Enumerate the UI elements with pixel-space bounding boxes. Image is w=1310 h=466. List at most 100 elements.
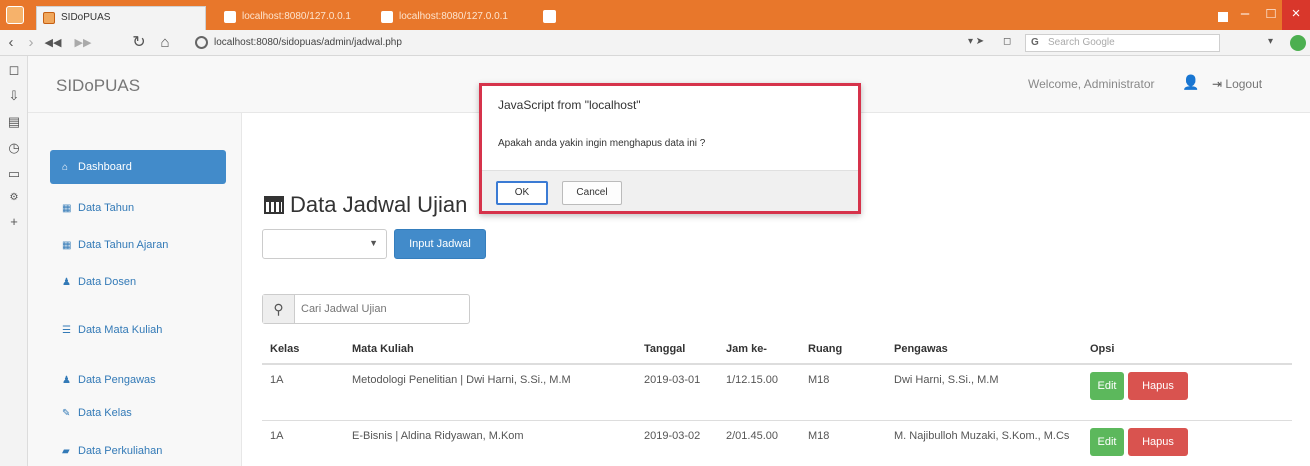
home-icon: ⌂ xyxy=(62,162,69,173)
user-icon: 👤 xyxy=(1182,74,1200,90)
history-icon[interactable]: ◷ xyxy=(5,140,23,156)
ok-button[interactable]: OK xyxy=(496,181,548,205)
downloads-icon[interactable]: ⇩ xyxy=(5,88,23,104)
browser-logo-icon[interactable] xyxy=(6,6,24,24)
cell-tanggal: 2019-03-02 xyxy=(636,419,718,466)
minimize-icon[interactable]: – xyxy=(1230,0,1260,30)
grid-icon: ▦ xyxy=(62,240,72,251)
bookmarks-panel-icon[interactable]: ◻ xyxy=(5,62,23,78)
cell-opsi: Edit Hapus xyxy=(1082,363,1292,420)
list-icon: ☰ xyxy=(62,325,71,336)
site-info-icon[interactable] xyxy=(195,36,208,49)
input-jadwal-button[interactable]: Input Jadwal xyxy=(394,229,486,259)
search-input[interactable] xyxy=(301,303,461,315)
tab-localhost-1[interactable]: localhost:8080/127.0.0.1 xyxy=(218,6,368,30)
book-icon: ▰ xyxy=(62,446,70,457)
extension-icon[interactable] xyxy=(1290,35,1306,51)
notes-icon[interactable]: ▤ xyxy=(5,114,23,130)
browser-title-bar: SIDoPUAS localhost:8080/127.0.0.1 localh… xyxy=(0,0,1310,30)
close-icon[interactable]: × xyxy=(1282,0,1310,30)
settings-icon[interactable]: ⚙ xyxy=(5,192,23,203)
edit-button[interactable]: Edit xyxy=(1090,372,1124,400)
header-jam: Jam ke- xyxy=(718,334,800,365)
tab-sidopuas[interactable]: SIDoPUAS xyxy=(36,6,206,30)
search-icon: ⚲ xyxy=(263,295,295,323)
back-icon[interactable]: ‹ xyxy=(2,33,20,53)
favicon-icon xyxy=(381,11,393,23)
rewind-icon[interactable]: ◀◀ xyxy=(44,33,62,53)
sidebar-item-data-mata-kuliah[interactable]: ☰ Data Mata Kuliah xyxy=(50,315,226,345)
address-bar[interactable]: localhost:8080/sidopuas/admin/jadwal.php xyxy=(214,37,402,48)
browser-search-input[interactable]: G Search Google xyxy=(1025,34,1220,52)
add-panel-icon[interactable]: + xyxy=(5,214,23,229)
cell-jam: 2/01.45.00 xyxy=(718,419,800,466)
bookmark-icon[interactable]: ◻ xyxy=(1003,36,1011,47)
sidebar-item-label: Data Kelas xyxy=(78,407,132,419)
sidebar-item-label: Data Dosen xyxy=(78,276,137,288)
tab-menu-icon[interactable] xyxy=(1218,12,1228,22)
sidebar-item-data-pengawas[interactable]: ♟ Data Pengawas xyxy=(50,365,226,395)
edit-button[interactable]: Edit xyxy=(1090,427,1124,456)
cell-ruang: M18 xyxy=(800,363,886,420)
user-icon: ♟ xyxy=(62,277,71,288)
chevron-down-icon: ▼ xyxy=(369,238,378,248)
wrench-icon: ✎ xyxy=(62,408,71,419)
browser-nav-bar: ‹ › ◀◀ ▶▶ ↻ ⌂ localhost:8080/sidopuas/ad… xyxy=(0,30,1310,56)
forward-icon[interactable]: › xyxy=(22,33,40,53)
sidebar-item-label: Data Tahun xyxy=(78,202,135,214)
header-mata-kuliah: Mata Kuliah xyxy=(344,334,636,365)
cell-opsi: Edit Hapus xyxy=(1082,419,1292,466)
sidebar-item-data-dosen[interactable]: ♟ Data Dosen xyxy=(50,267,226,297)
sidebar-item-data-tahun[interactable]: ▦ Data Tahun xyxy=(50,193,226,223)
header-tanggal: Tanggal xyxy=(636,334,718,365)
page-actions-icon[interactable]: ▾ ➤ xyxy=(968,36,984,47)
header-kelas: Kelas xyxy=(262,334,344,365)
header-opsi: Opsi xyxy=(1082,334,1292,365)
sidebar-item-label: Data Mata Kuliah xyxy=(78,324,163,336)
sidebar-item-data-perkuliahan[interactable]: ▰ Data Perkuliahan xyxy=(50,436,226,466)
cell-mata-kuliah: E-Bisnis | Aldina Ridyawan, M.Kom xyxy=(344,419,636,466)
sidebar-item-label: Data Perkuliahan xyxy=(78,445,163,457)
search-dropdown-icon[interactable]: ▾ xyxy=(1268,36,1273,47)
kelas-select[interactable]: ▼ xyxy=(262,229,387,259)
reload-icon[interactable]: ↻ xyxy=(130,33,148,53)
jadwal-table: Kelas Mata Kuliah Tanggal Jam ke- Ruang … xyxy=(262,334,1292,466)
table-header-row: Kelas Mata Kuliah Tanggal Jam ke- Ruang … xyxy=(262,334,1292,365)
logout-link[interactable]: ⇥ Logout xyxy=(1212,77,1262,91)
app-sidebar: ⌂ Dashboard ▦ Data Tahun ▦ Data Tahun Ajara… xyxy=(28,113,242,466)
fast-forward-icon[interactable]: ▶▶ xyxy=(74,33,92,53)
app-brand[interactable]: SIDoPUAS xyxy=(56,76,140,96)
page-title-text: Data Jadwal Ujian xyxy=(290,192,468,217)
cell-mata-kuliah: Metodologi Penelitian | Dwi Harni, S.Si.… xyxy=(344,363,636,420)
hapus-button[interactable]: Hapus xyxy=(1128,427,1188,456)
sidebar-item-data-kelas[interactable]: ✎ Data Kelas xyxy=(50,398,226,428)
cancel-button[interactable]: Cancel xyxy=(562,181,622,205)
search-engine-icon: G xyxy=(1031,37,1039,48)
dialog-title: JavaScript from "localhost" xyxy=(498,98,641,112)
tab-label: localhost:8080/127.0.0.1 xyxy=(242,11,351,22)
cell-jam: 1/12.15.00 xyxy=(718,363,800,420)
dialog-message: Apakah anda yakin ingin menghapus data i… xyxy=(498,138,706,149)
cell-ruang: M18 xyxy=(800,419,886,466)
favicon-icon xyxy=(43,12,55,24)
table-row: 1A E-Bisnis | Aldina Ridyawan, M.Kom 201… xyxy=(262,419,1292,466)
logout-icon: ⇥ xyxy=(1212,77,1226,91)
new-tab-icon[interactable] xyxy=(543,10,556,23)
sidebar-item-dashboard[interactable]: ⌂ Dashboard xyxy=(50,150,226,184)
sidebar-item-label: Dashboard xyxy=(78,161,132,173)
window-panel-icon[interactable]: ▭ xyxy=(5,166,23,182)
cell-kelas: 1A xyxy=(262,419,344,466)
welcome-text: Welcome, Administrator xyxy=(1028,77,1155,91)
header-ruang: Ruang xyxy=(800,334,886,365)
home-icon[interactable]: ⌂ xyxy=(156,33,174,53)
calendar-icon xyxy=(264,196,284,214)
dialog-footer: OK Cancel xyxy=(482,170,858,211)
logout-label: Logout xyxy=(1225,77,1263,91)
tab-label: SIDoPUAS xyxy=(61,12,111,23)
tab-label: localhost:8080/127.0.0.1 xyxy=(399,11,508,22)
maximize-icon[interactable]: □ xyxy=(1260,0,1282,30)
hapus-button[interactable]: Hapus xyxy=(1128,372,1188,400)
tab-localhost-2[interactable]: localhost:8080/127.0.0.1 xyxy=(375,6,535,30)
sidebar-item-data-tahun-ajaran[interactable]: ▦ Data Tahun Ajaran xyxy=(50,230,226,260)
table-row: 1A Metodologi Penelitian | Dwi Harni, S.… xyxy=(262,363,1292,420)
